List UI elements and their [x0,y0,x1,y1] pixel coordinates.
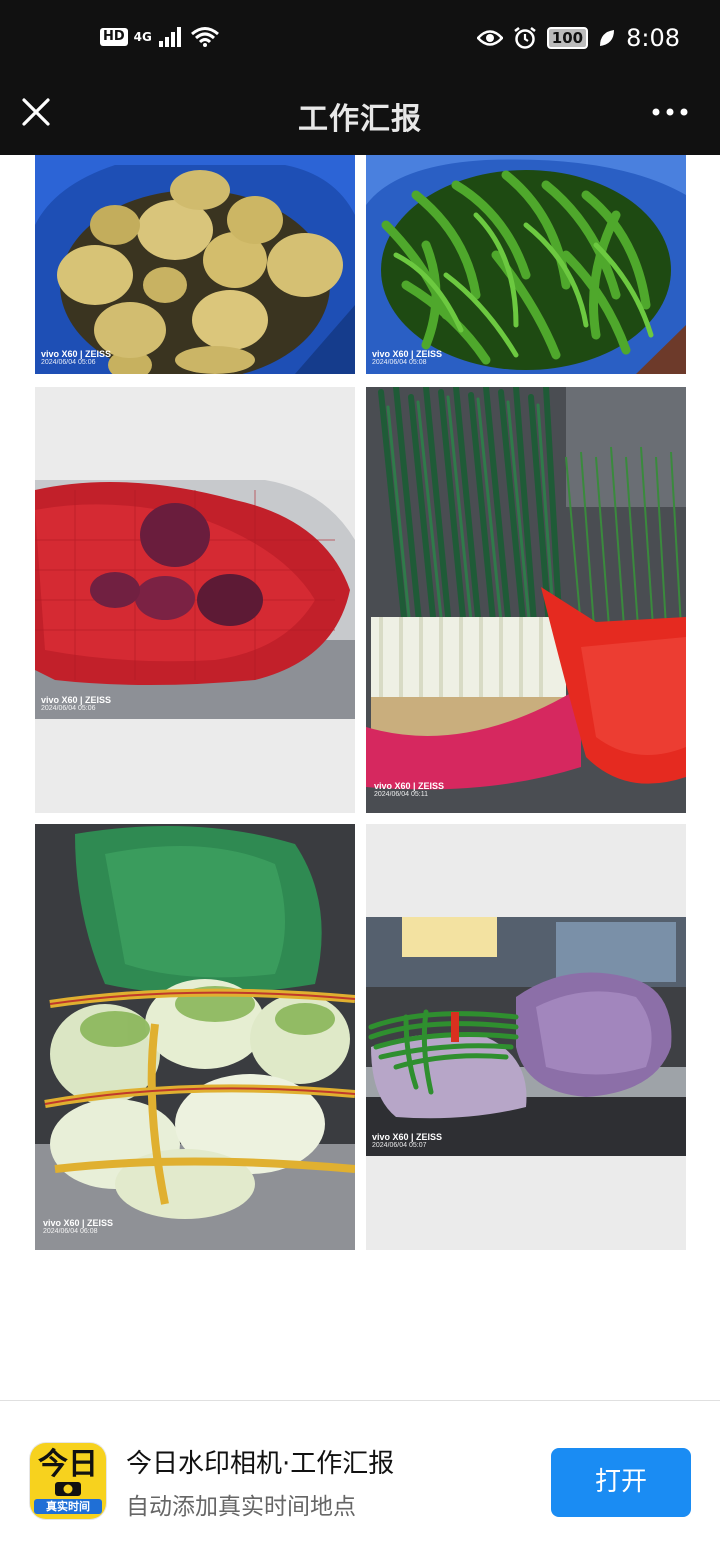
photo-watermark: vivo X60 | ZEISS 2024/06/04 05:06 [41,349,111,367]
watermark-camera: vivo X60 | ZEISS [41,349,112,359]
potatoes-image [35,155,355,374]
more-options-icon[interactable] [650,104,690,120]
photo-watermark: vivo X60 | ZEISS 2024/06/04 05:06 [41,695,111,713]
photo-napa-cabbage[interactable]: vivo X60 | ZEISS 2024/06/04 06:08 [35,824,355,1250]
chilies-image [366,155,686,374]
app-name: 今日水印相机·工作汇报 [126,1449,395,1479]
eye-icon [476,30,503,46]
app-promo-banner[interactable]: 今日 真实时间 今日水印相机·工作汇报 自动添加真实时间地点 打开 [0,1401,720,1560]
watermark-timestamp: 2024/06/04 05:08 [372,359,427,367]
watermark-camera: vivo X60 | ZEISS [43,1218,114,1228]
watermark-timestamp: 2024/06/04 05:11 [374,791,428,799]
watermark-timestamp: 2024/06/04 05:07 [372,1142,427,1150]
status-bar: HD 4G 100 8:08 [0,0,720,80]
watermark-timestamp: 2024/06/04 06:08 [43,1228,98,1236]
clock: 8:08 [626,24,680,52]
photo-green-onions[interactable]: vivo X60 | ZEISS 2024/06/04 05:11 [366,387,686,813]
photo-watermark: vivo X60 | ZEISS 2024/06/04 06:08 [43,1218,113,1236]
watermark-camera: vivo X60 | ZEISS [372,349,443,359]
onions-image [35,480,355,719]
photo-leafy-greens[interactable]: vivo X60 | ZEISS 2024/06/04 05:07 [366,824,686,1250]
app-description: 自动添加真实时间地点 [126,1494,356,1520]
watermark-camera: vivo X60 | ZEISS [372,1132,443,1142]
app-icon-top-text: 今日 [38,1447,98,1482]
status-left: HD 4G [100,26,220,48]
nav-header: 工作汇报 [0,80,720,155]
alarm-icon [514,27,536,49]
photo-watermark: vivo X60 | ZEISS 2024/06/04 05:07 [372,1132,442,1150]
watermark-camera: vivo X60 | ZEISS [41,695,112,705]
app-icon[interactable]: 今日 真实时间 [30,1443,106,1519]
leafy-greens-image [366,917,686,1156]
leaf-icon [600,30,615,46]
page-title: 工作汇报 [298,102,422,137]
green-onions-image [366,387,686,813]
hd-badge: HD [100,28,128,46]
watermark-timestamp: 2024/06/04 05:06 [41,705,96,713]
photo-red-onions[interactable]: vivo X60 | ZEISS 2024/06/04 05:06 [35,387,355,813]
photo-watermark: vivo X60 | ZEISS 2024/06/04 05:08 [372,349,442,367]
photo-green-chilies[interactable]: vivo X60 | ZEISS 2024/06/04 05:08 [366,155,686,374]
camera-icon [55,1482,81,1496]
status-right: 100 8:08 [476,24,680,52]
cabbage-image [35,824,355,1250]
watermark-timestamp: 2024/06/04 05:06 [41,359,96,367]
wifi-icon [190,27,219,47]
network-type: 4G [133,30,152,44]
app-icon-bottom-text: 真实时间 [34,1499,102,1514]
watermark-camera: vivo X60 | ZEISS [374,781,445,791]
photo-grid: vivo X60 | ZEISS 2024/06/04 05:06 vivo X… [0,155,720,1255]
signal-icon [158,27,181,47]
battery-indicator: 100 [546,27,589,49]
photo-potatoes[interactable]: vivo X60 | ZEISS 2024/06/04 05:06 [35,155,355,374]
open-button[interactable]: 打开 [551,1448,691,1517]
photo-watermark: vivo X60 | ZEISS 2024/06/04 05:11 [374,781,444,799]
